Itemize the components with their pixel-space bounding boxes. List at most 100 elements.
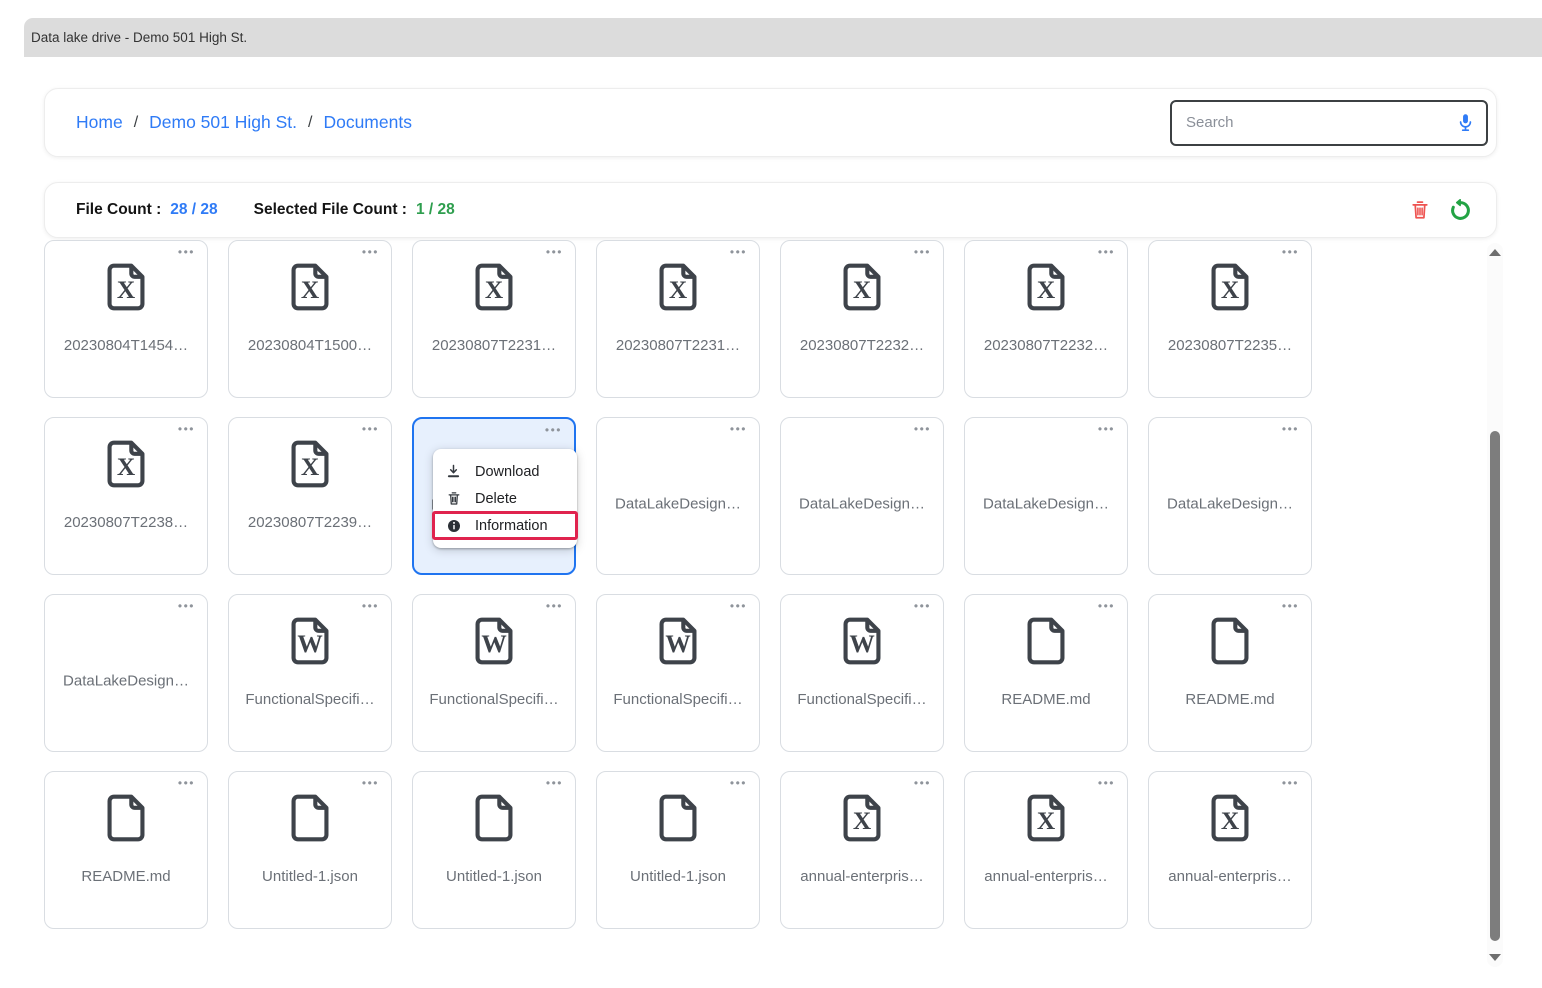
file-more-icon[interactable]: ••• [176, 774, 197, 792]
file-count-value: 28 / 28 [170, 201, 217, 219]
file-name: Untitled-1.json [262, 868, 358, 885]
file-name: DataLakeDesign… [45, 673, 207, 690]
file-card[interactable]: ••• X 20230807T2231… [412, 240, 576, 398]
file-more-icon[interactable]: ••• [176, 420, 197, 438]
file-card[interactable]: ••• X 20230807T2231… [596, 240, 760, 398]
file-more-icon[interactable]: ••• [1280, 243, 1301, 261]
refresh-button[interactable] [1449, 199, 1472, 222]
file-more-icon[interactable]: ••• [1096, 420, 1117, 438]
file-more-icon[interactable]: ••• [1096, 597, 1117, 615]
scroll-up-arrow-icon[interactable] [1489, 249, 1501, 256]
file-card[interactable]: ••• X 20230807T2235… [1148, 240, 1312, 398]
file-more-icon[interactable]: ••• [360, 774, 381, 792]
file-more-icon[interactable]: ••• [360, 597, 381, 615]
file-more-icon[interactable]: ••• [912, 774, 933, 792]
breadcrumb-link-documents[interactable]: Documents [323, 112, 412, 133]
file-more-icon[interactable]: ••• [544, 243, 565, 261]
svg-text:X: X [301, 276, 320, 304]
file-more-icon[interactable]: ••• [728, 597, 749, 615]
menu-item-delete[interactable]: Delete [433, 485, 577, 512]
selected-count-label: Selected File Count : [254, 201, 407, 219]
file-file-icon [281, 789, 339, 847]
file-more-icon[interactable]: ••• [360, 420, 381, 438]
breadcrumb: Home/Demo 501 High St./Documents [76, 112, 412, 133]
excel-file-icon: X [833, 258, 891, 316]
file-name: 20230804T1454… [64, 337, 188, 354]
file-card[interactable]: ••• W FunctionalSpecifi… [228, 594, 392, 752]
file-name: annual-enterpris… [1168, 868, 1291, 885]
excel-file-icon: X [1017, 258, 1075, 316]
file-card[interactable]: ••• Untitled-1.json [228, 771, 392, 929]
file-card[interactable]: ••• DataLakeDesign… [596, 417, 760, 575]
excel-file-icon: X [281, 435, 339, 493]
file-more-icon[interactable]: ••• [728, 774, 749, 792]
vertical-scrollbar [1487, 243, 1503, 967]
svg-text:X: X [117, 276, 136, 304]
file-name: FunctionalSpecifi… [245, 691, 374, 708]
excel-file-icon: X [281, 258, 339, 316]
file-more-icon[interactable]: ••• [544, 597, 565, 615]
file-card[interactable]: ••• X 20230807T2238… [44, 417, 208, 575]
file-name: annual-enterpris… [800, 868, 923, 885]
delete-icon [445, 490, 462, 507]
file-more-icon[interactable]: ••• [912, 597, 933, 615]
file-more-icon[interactable]: ••• [1280, 597, 1301, 615]
breadcrumb-panel: Home/Demo 501 High St./Documents [44, 88, 1497, 157]
svg-text:W: W [665, 630, 690, 658]
svg-text:X: X [669, 276, 688, 304]
file-more-icon[interactable]: ••• [1096, 243, 1117, 261]
file-card[interactable]: ••• Untitled-1.json [412, 771, 576, 929]
file-card[interactable]: ••• DataLakeDesign… [780, 417, 944, 575]
file-more-icon[interactable]: ••• [176, 243, 197, 261]
file-card[interactable]: ••• W FunctionalSpecifi… [780, 594, 944, 752]
file-card[interactable]: ••• Untitled-1.json [596, 771, 760, 929]
file-card[interactable]: ••• X 20230804T1500… [228, 240, 392, 398]
delete-selected-button[interactable] [1409, 198, 1431, 222]
file-card[interactable]: ••• X 20230807T2232… [780, 240, 944, 398]
breadcrumb-link-demo-501-high-st-[interactable]: Demo 501 High St. [149, 112, 297, 133]
search-input[interactable] [1184, 113, 1455, 132]
file-file-icon [1017, 612, 1075, 670]
file-card[interactable]: ••• README.md [964, 594, 1128, 752]
file-more-icon[interactable]: ••• [1280, 420, 1301, 438]
file-more-icon[interactable]: ••• [544, 774, 565, 792]
file-card[interactable]: ••• README.md [44, 771, 208, 929]
excel-file-icon: X [1017, 789, 1075, 847]
file-card[interactable]: ••• X 20230804T1454… [44, 240, 208, 398]
file-card[interactable]: ••• X annual-enterpris… [1148, 771, 1312, 929]
file-card[interactable]: ••• DataLakeDesign… [964, 417, 1128, 575]
file-more-icon[interactable]: ••• [728, 420, 749, 438]
file-more-icon[interactable]: ••• [1280, 774, 1301, 792]
download-icon [445, 463, 462, 480]
file-card[interactable]: ••• X annual-enterpris… [964, 771, 1128, 929]
file-card[interactable]: ••• X 20230807T2232… [964, 240, 1128, 398]
file-card[interactable]: ••• README.md [1148, 594, 1312, 752]
file-card[interactable]: ••• W FunctionalSpecifi… [412, 594, 576, 752]
menu-item-label: Delete [475, 491, 517, 507]
file-card[interactable]: ••• X 20230807T2239… [228, 417, 392, 575]
excel-file-icon: X [1201, 789, 1259, 847]
file-name: FunctionalSpecifi… [797, 691, 926, 708]
file-more-icon[interactable]: ••• [176, 597, 197, 615]
file-more-icon[interactable]: ••• [912, 420, 933, 438]
file-more-icon[interactable]: ••• [543, 421, 564, 439]
file-more-icon[interactable]: ••• [728, 243, 749, 261]
microphone-button[interactable] [1455, 112, 1476, 133]
file-card[interactable]: ••• DataLakeDesign… [44, 594, 208, 752]
file-card[interactable]: ••• W FunctionalSpecifi… [596, 594, 760, 752]
menu-item-information[interactable]: Information [433, 512, 577, 539]
scroll-down-arrow-icon[interactable] [1489, 954, 1501, 961]
file-name: FunctionalSpecifi… [429, 691, 558, 708]
file-more-icon[interactable]: ••• [360, 243, 381, 261]
menu-item-download[interactable]: Download [433, 458, 577, 485]
file-card[interactable]: ••• DataLakeDesign… [1148, 417, 1312, 575]
svg-text:X: X [1037, 276, 1056, 304]
window-title: Data lake drive - Demo 501 High St. [31, 30, 247, 45]
file-card-selected[interactable]: ••• DataLakeDesign… DownloadDeleteInform… [412, 417, 576, 575]
breadcrumb-link-home[interactable]: Home [76, 112, 123, 133]
file-more-icon[interactable]: ••• [1096, 774, 1117, 792]
svg-text:X: X [1221, 276, 1240, 304]
file-more-icon[interactable]: ••• [912, 243, 933, 261]
scrollbar-thumb[interactable] [1490, 431, 1500, 941]
file-card[interactable]: ••• X annual-enterpris… [780, 771, 944, 929]
